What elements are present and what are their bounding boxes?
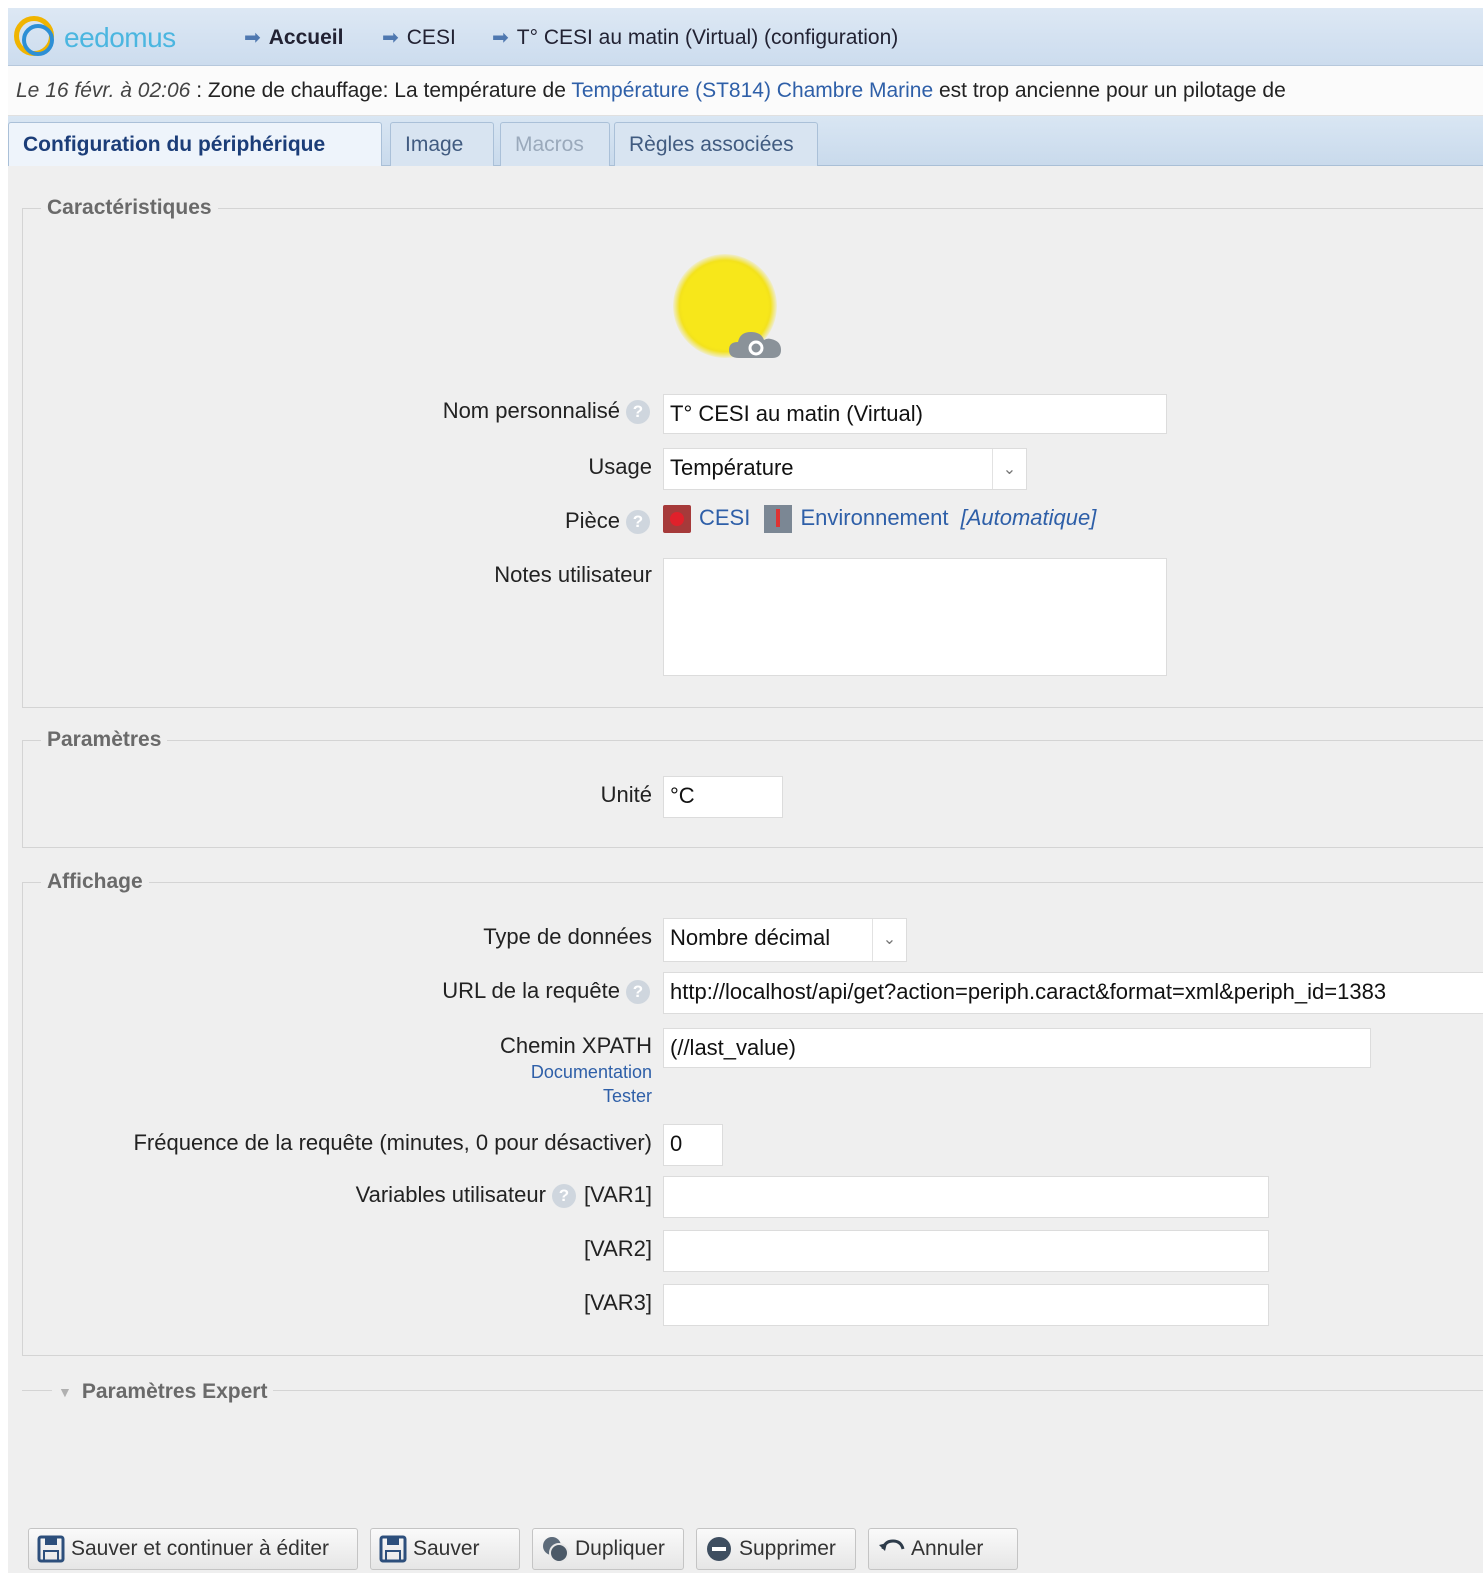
user-variables-label: Variables utilisateur? [VAR1] <box>200 1182 652 1209</box>
request-url-label: URL de la requête? <box>300 978 650 1005</box>
data-type-select[interactable]: Nombre décimal ⌄ <box>663 918 907 962</box>
unit-input[interactable]: °C <box>663 776 783 818</box>
data-type-select-value: Nombre décimal <box>670 925 831 950</box>
floppy-disk-icon <box>37 1535 65 1563</box>
var2-input[interactable] <box>663 1230 1269 1272</box>
unit-label: Unité <box>600 782 652 807</box>
room-link[interactable]: CESI <box>699 505 750 530</box>
cancel-label: Annuler <box>911 1537 984 1560</box>
floppy-disk-icon <box>379 1535 407 1563</box>
breadcrumb-device: ➡ T° CESI au matin (Virtual) (configurat… <box>492 25 898 50</box>
top-header: eedomus ➡ Accueil ➡ CESI ➡ T° CESI au ma… <box>8 8 1483 66</box>
thermometer-icon <box>764 505 793 534</box>
var2-label: [VAR2] <box>583 1236 652 1261</box>
var1-input[interactable] <box>663 1176 1269 1218</box>
help-icon[interactable]: ? <box>626 980 650 1005</box>
notification-bar: Le 16 févr. à 02:06 : Zone de chauffage:… <box>8 66 1483 116</box>
breadcrumb-home[interactable]: ➡ Accueil <box>244 25 343 50</box>
usage-select-value: Température <box>670 455 794 480</box>
minus-circle-icon <box>707 1537 731 1561</box>
logo-text[interactable]: eedomus <box>64 22 176 54</box>
user-notes-label: Notes utilisateur <box>494 562 652 587</box>
tab-associated-rules[interactable]: Règles associées <box>614 122 818 166</box>
tab-image[interactable]: Image <box>390 122 494 166</box>
custom-name-input[interactable]: T° CESI au matin (Virtual) <box>663 394 1167 434</box>
usage-label: Usage <box>588 454 652 479</box>
main-content: Caractéristiques Paramètres Affichage ▼ … <box>8 166 1483 1573</box>
documentation-link[interactable]: Documentation <box>450 1062 652 1083</box>
save-label: Sauver <box>413 1537 480 1560</box>
chevron-down-icon: ⌄ <box>992 449 1026 489</box>
tab-macros: Macros <box>500 122 610 166</box>
category-link[interactable]: Environnement <box>800 505 948 530</box>
room-value: CESI Environnement [Automatique] <box>663 505 1097 534</box>
breadcrumb-room-label[interactable]: CESI <box>407 26 456 50</box>
custom-name-label-text: Nom personnalisé <box>442 398 620 423</box>
display-legend: Affichage <box>47 870 143 893</box>
request-url-label-text: URL de la requête <box>442 978 620 1003</box>
help-icon[interactable]: ? <box>626 510 650 535</box>
arrow-right-icon: ➡ <box>492 27 509 49</box>
cancel-button[interactable]: Annuler <box>868 1528 1018 1570</box>
var3-label: [VAR3] <box>583 1290 652 1315</box>
custom-name-label: Nom personnalisé? <box>300 398 650 425</box>
help-icon[interactable]: ? <box>551 1184 576 1209</box>
var3-input[interactable] <box>663 1284 1269 1326</box>
delete-label: Supprimer <box>739 1537 836 1560</box>
breadcrumb-room[interactable]: ➡ CESI <box>382 25 456 50</box>
room-label-text: Pièce <box>564 508 620 533</box>
notice-text-start: : Zone de chauffage: La température de <box>190 79 572 102</box>
tab-device-config[interactable]: Configuration du périphérique <box>8 122 382 166</box>
xpath-input[interactable]: (//last_value) <box>663 1028 1371 1068</box>
cloud-icon <box>729 332 781 358</box>
duplicate-button[interactable]: Dupliquer <box>532 1528 684 1570</box>
undo-arrow-icon <box>879 1539 905 1551</box>
help-icon[interactable]: ? <box>626 400 650 425</box>
save-continue-button[interactable]: Sauver et continuer à éditer <box>28 1528 358 1570</box>
expert-legend: Paramètres Expert <box>81 1380 268 1403</box>
arrow-right-icon: ➡ <box>244 27 261 49</box>
expert-section-toggle[interactable]: ▼ Paramètres Expert <box>52 1378 274 1406</box>
chevron-down-icon: ▼ <box>58 1384 72 1400</box>
request-url-input[interactable]: http://localhost/api/get?action=periph.c… <box>663 972 1483 1014</box>
test-link[interactable]: Tester <box>450 1086 652 1107</box>
breadcrumb-home-label[interactable]: Accueil <box>269 26 344 50</box>
room-color-icon <box>663 505 691 534</box>
save-continue-label: Sauver et continuer à éditer <box>71 1537 329 1560</box>
data-type-label: Type de données <box>483 924 652 949</box>
notice-sensor-link[interactable]: Température (ST814) Chambre Marine <box>571 79 933 102</box>
xpath-label: Chemin XPATH <box>499 1033 652 1058</box>
request-frequency-input[interactable]: 0 <box>663 1124 723 1166</box>
parameters-legend: Paramètres <box>47 728 162 751</box>
user-notes-textarea[interactable] <box>663 558 1167 676</box>
usage-select[interactable]: Température ⌄ <box>663 448 1027 490</box>
duplicate-label: Dupliquer <box>575 1537 665 1560</box>
eedomus-logo-icon[interactable] <box>14 16 54 56</box>
tab-bar: Configuration du périphérique Image Macr… <box>8 116 1483 166</box>
notice-date: Le 16 févr. à 02:06 <box>16 79 191 102</box>
arrow-right-icon: ➡ <box>382 27 399 49</box>
room-mode-label: [Automatique] <box>960 505 1097 530</box>
characteristics-legend: Caractéristiques <box>47 196 212 219</box>
breadcrumb-device-label: T° CESI au matin (Virtual) (configuratio… <box>516 25 899 49</box>
chevron-down-icon: ⌄ <box>872 919 906 961</box>
notice-text-end: est trop ancienne pour un pilotage de <box>933 79 1286 102</box>
user-variables-label-text: Variables utilisateur <box>355 1182 546 1207</box>
var1-label: [VAR1] <box>583 1182 652 1207</box>
duplicate-icon <box>543 1537 569 1563</box>
delete-button[interactable]: Supprimer <box>696 1528 856 1570</box>
room-label: Pièce? <box>300 508 650 535</box>
request-frequency-label: Fréquence de la requête (minutes, 0 pour… <box>133 1130 652 1155</box>
save-button[interactable]: Sauver <box>370 1528 520 1570</box>
